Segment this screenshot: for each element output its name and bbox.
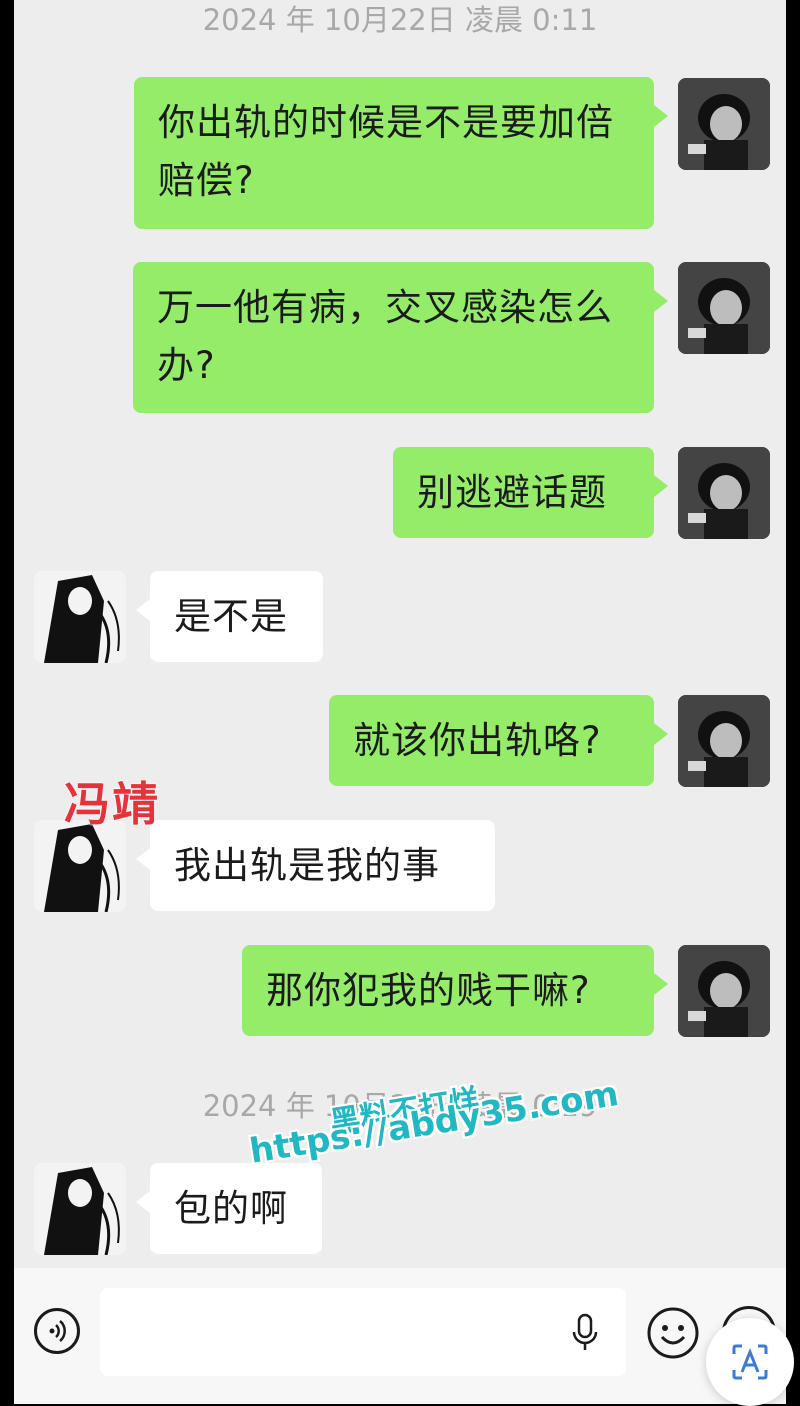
emoji-icon[interactable] — [646, 1306, 700, 1360]
input-bar — [14, 1268, 786, 1404]
timestamp: 2024 年 10月22日 凌晨 0:11 — [202, 3, 598, 37]
message-bubble-incoming[interactable]: 是不是 — [136, 571, 323, 662]
chat-area[interactable]: 2024 年 10月22日 凌晨 0:11 你出轨的时候是不是要加倍赔偿? 万一… — [14, 0, 786, 1268]
avatar[interactable] — [678, 945, 770, 1037]
avatar[interactable] — [34, 1163, 126, 1255]
message-bubble-incoming[interactable]: 包的啊 — [136, 1163, 322, 1254]
avatar[interactable] — [34, 571, 126, 663]
text-recognition-icon[interactable] — [706, 1318, 794, 1406]
message-bubble-incoming[interactable]: 我出轨是我的事 — [136, 820, 495, 911]
avatar[interactable] — [678, 447, 770, 539]
message-bubble-outgoing[interactable]: 你出轨的时候是不是要加倍赔偿? — [134, 77, 668, 229]
overlay-name-label: 冯靖 — [64, 777, 160, 831]
message-bubble-outgoing[interactable]: 万一他有病，交叉感染怎么办? — [133, 262, 668, 413]
avatar[interactable] — [678, 262, 770, 354]
message-bubble-outgoing[interactable]: 就该你出轨咯? — [329, 695, 668, 786]
message-bubble-outgoing[interactable]: 别逃避话题 — [393, 447, 668, 538]
avatar[interactable] — [678, 695, 770, 787]
avatar[interactable] — [678, 78, 770, 170]
message-bubble-outgoing[interactable]: 那你犯我的贱干嘛? — [242, 945, 668, 1036]
message-input[interactable] — [100, 1288, 626, 1376]
voice-icon[interactable] — [34, 1308, 80, 1354]
phone-screen: 2024 年 10月22日 凌晨 0:11 你出轨的时候是不是要加倍赔偿? 万一… — [0, 0, 800, 1406]
microphone-icon[interactable] — [570, 1313, 600, 1353]
